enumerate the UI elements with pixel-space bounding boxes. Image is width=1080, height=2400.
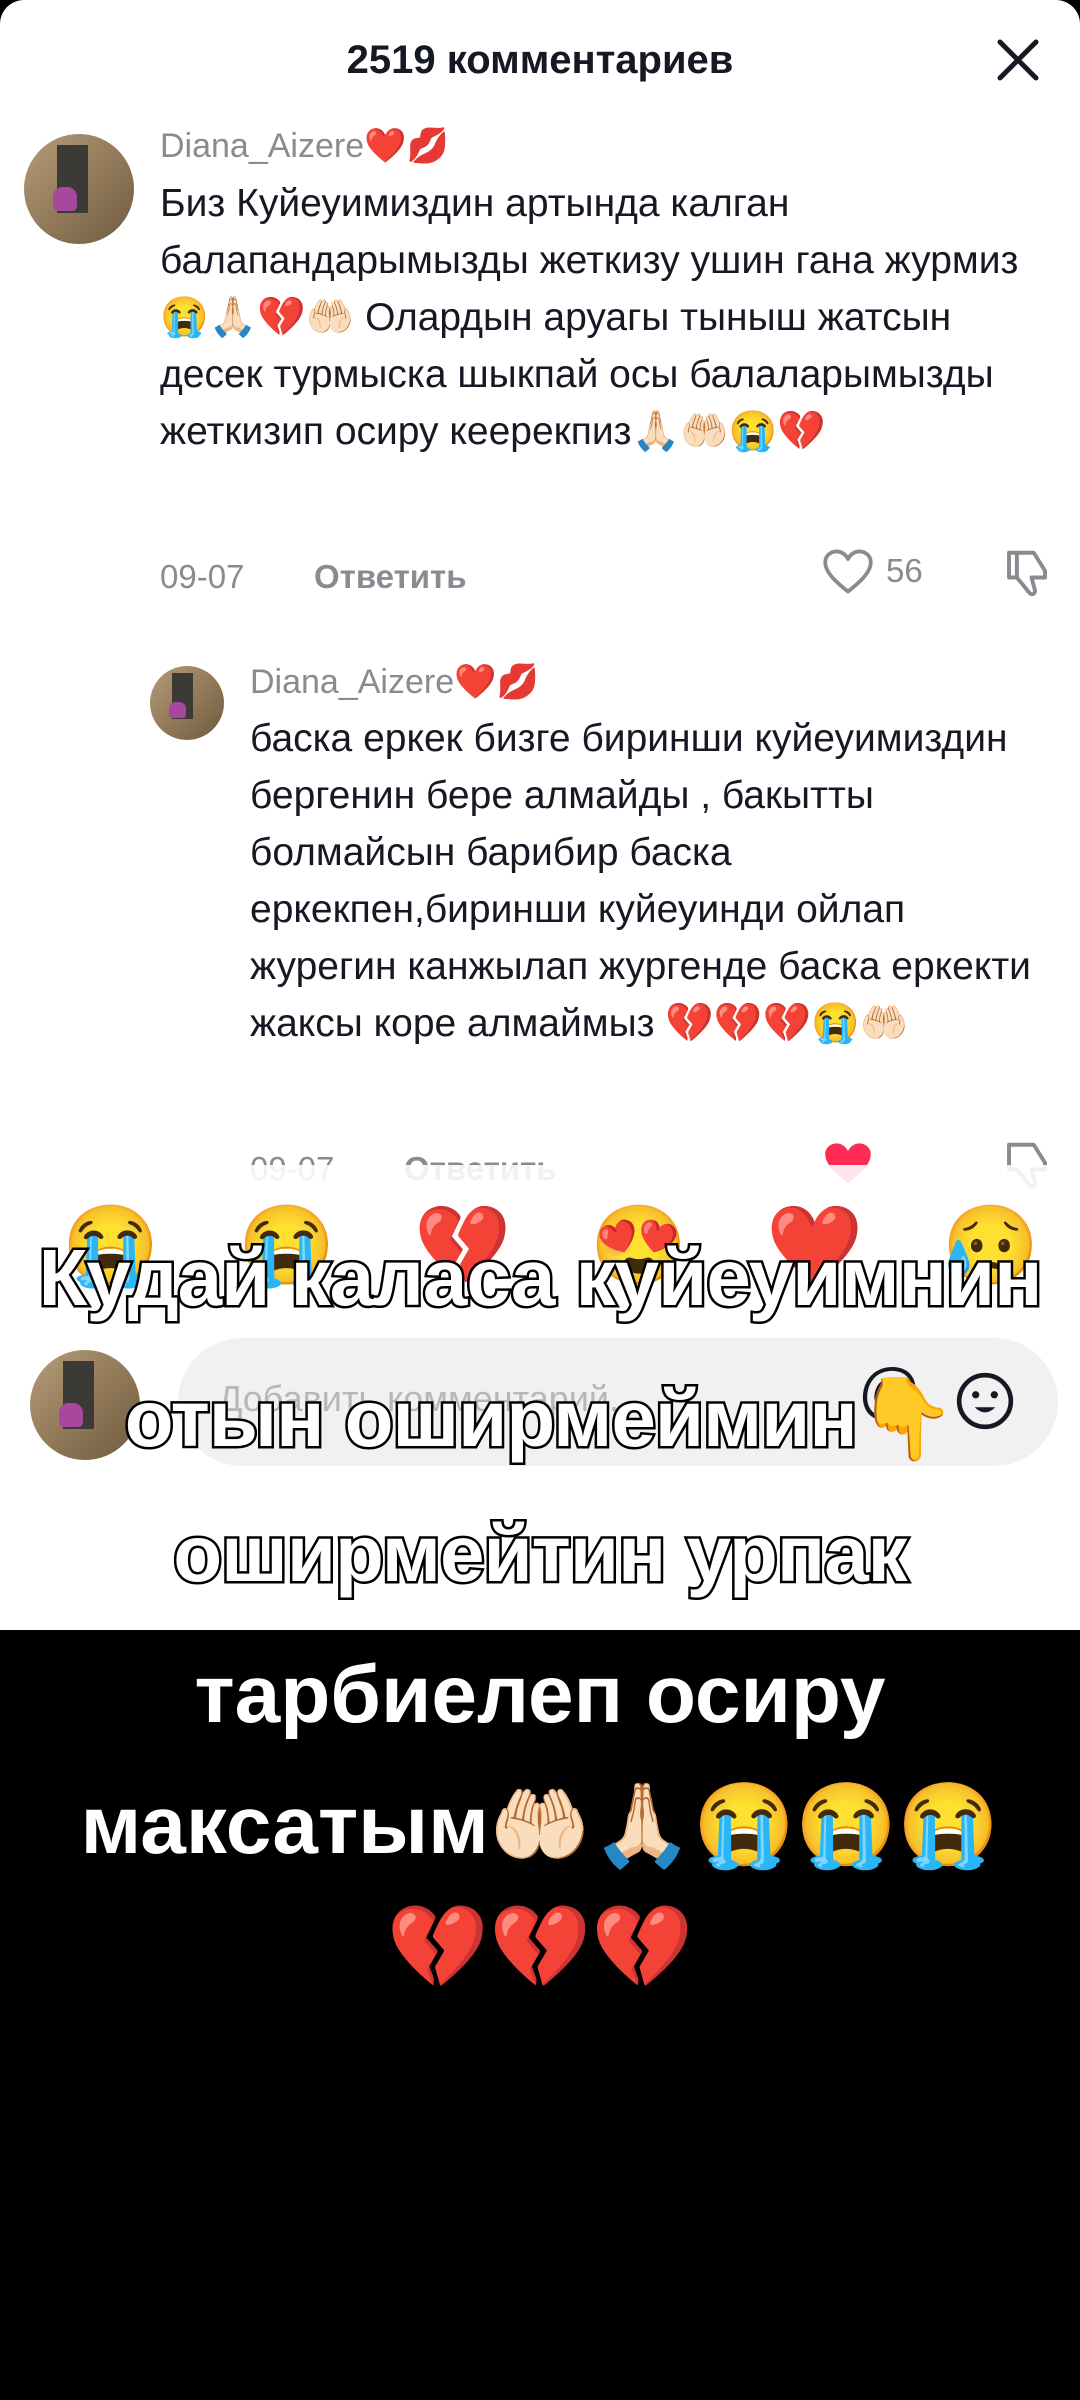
comment-username[interactable]: Diana_Aizere❤️💋 [250,662,539,702]
comment-text: баска еркек бизге биринши куйеуимиздин б… [250,717,1031,1045]
comment-text: Биз Куйеуимиздин артында калган балапанд… [160,182,1019,453]
caption-line: 💔💔💔 [386,1902,694,1993]
caption-line: тарбиелеп осиру [194,1649,886,1740]
caption-line: максатым🤲🏻🙏🏻😭😭😭 [80,1780,1000,1871]
dislike-icon[interactable] [1000,546,1054,600]
like-count: 56 [886,552,923,589]
comment-date: 09-07 [160,558,245,595]
close-icon[interactable] [990,32,1046,88]
caption-line: отын оширмеймин👇 [122,1372,959,1466]
reply-button[interactable]: Ответить [314,558,467,596]
caption-line: оширмейтин урпак [171,1507,910,1601]
avatar[interactable] [24,134,134,244]
comment-username[interactable]: Diana_Aizere❤️💋 [160,126,449,166]
comments-count-title: 2519 комментариев [346,38,734,82]
comments-header: 2519 комментариев [0,0,1080,120]
heart-icon[interactable] [822,548,874,596]
avatar[interactable] [150,666,224,740]
caption-line: Кудай каласа куйеуимнин [36,1231,1045,1325]
